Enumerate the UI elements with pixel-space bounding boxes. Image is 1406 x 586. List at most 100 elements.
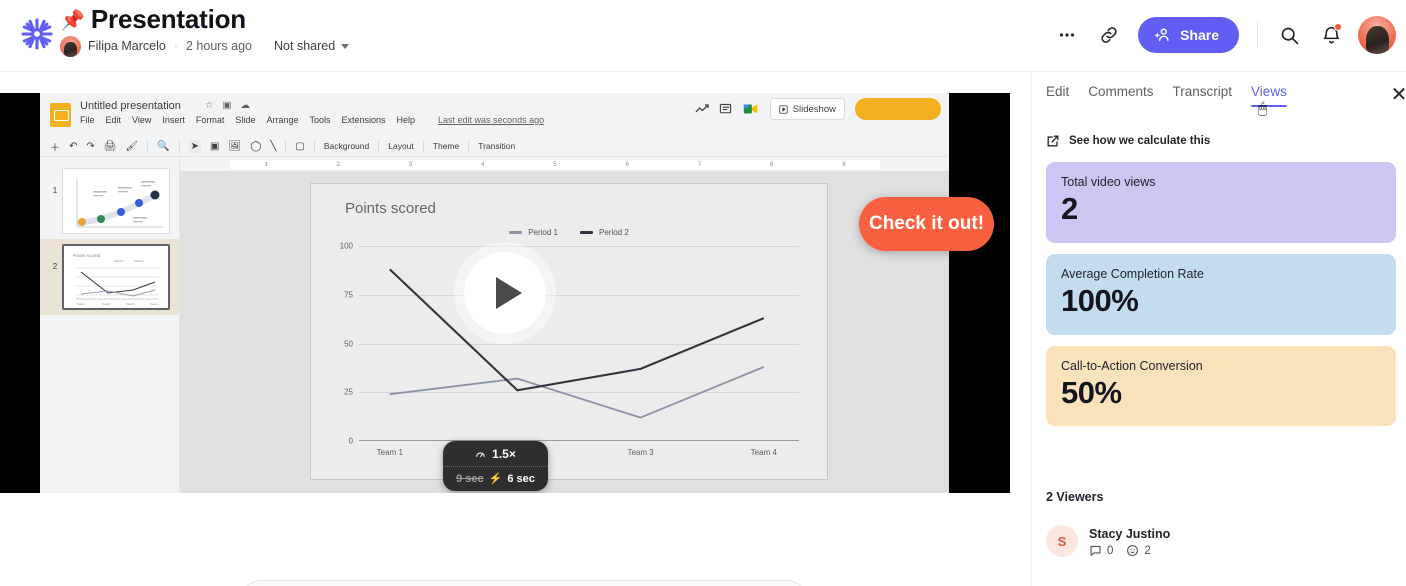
ruler-mark: 3 bbox=[408, 161, 413, 168]
toolbar-divider bbox=[178, 139, 180, 153]
share-state-dropdown[interactable]: Not shared bbox=[274, 39, 350, 53]
metric-label: Call-to-Action Conversion bbox=[1061, 358, 1203, 373]
theme-button: Theme bbox=[432, 141, 460, 151]
loom-video-page: 📌 Presentation Filipa Marcelo · 2 hours … bbox=[0, 0, 1406, 586]
transition-button: Transition bbox=[478, 141, 516, 151]
video-pane: Untitled presentation ☆ ▣ ☁ File Edit Vi… bbox=[0, 72, 1031, 586]
reaction-count: 2 bbox=[1144, 544, 1151, 557]
slides-menu-insert: Insert bbox=[162, 115, 185, 125]
mouse-cursor: 🖱 bbox=[1258, 100, 1268, 117]
star-icon: ☆ bbox=[205, 100, 214, 111]
slideshow-label: Slideshow bbox=[792, 103, 836, 115]
print-icon: 🖨 bbox=[103, 140, 117, 152]
viewer-stats: 0 2 bbox=[1089, 544, 1170, 557]
select-tool-icon: ➤ bbox=[188, 139, 202, 153]
chart-title: Points scored bbox=[345, 200, 436, 217]
svg-text:Team1: Team1 bbox=[77, 302, 85, 306]
chart-lines bbox=[389, 268, 765, 419]
metric-label: Total video views bbox=[1061, 175, 1156, 189]
toolbar-divider bbox=[378, 139, 380, 153]
user-avatar[interactable] bbox=[1358, 16, 1396, 54]
bolt-icon: ⚡ bbox=[488, 473, 503, 485]
video-frame[interactable]: Untitled presentation ☆ ▣ ☁ File Edit Vi… bbox=[0, 93, 1010, 493]
svg-text:Period 1: Period 1 bbox=[114, 259, 124, 263]
tab-comments[interactable]: Comments bbox=[1088, 84, 1153, 107]
move-folder-icon: ▣ bbox=[222, 100, 232, 111]
page-title[interactable]: Presentation bbox=[91, 4, 246, 35]
layout-button: Layout bbox=[388, 141, 414, 151]
image-icon: 🖼 bbox=[228, 140, 242, 152]
legend-item-period-2: Period 2 bbox=[580, 228, 629, 237]
legend-swatch bbox=[509, 231, 523, 234]
toolbar-divider bbox=[468, 139, 470, 153]
viewer-reaction-count: 2 bbox=[1126, 544, 1151, 557]
slides-topbar: Untitled presentation ☆ ▣ ☁ File Edit Vi… bbox=[40, 93, 949, 136]
views-sidebar: Edit Comments Transcript Views ✕ See how… bbox=[1031, 72, 1406, 586]
svg-text:Points scored: Points scored bbox=[73, 253, 101, 258]
slide-number: 1 bbox=[52, 186, 58, 195]
more-options-button[interactable] bbox=[1048, 16, 1086, 54]
calculation-info-link[interactable]: See how we calculate this bbox=[1046, 134, 1210, 148]
slides-title-icons: ☆ ▣ ☁ bbox=[205, 100, 250, 111]
call-to-action-button[interactable]: Check it out! bbox=[859, 197, 994, 251]
toolbar-divider bbox=[422, 139, 424, 153]
svg-text:Team3: Team3 bbox=[126, 302, 134, 306]
slides-thumbnail-panel: 1 2 Points scored Team1 Team2 Team3 Team… bbox=[40, 157, 180, 493]
speedometer-icon bbox=[476, 451, 486, 457]
slide-preview bbox=[62, 168, 170, 234]
comment-icon: ▢ bbox=[295, 140, 305, 152]
close-icon[interactable]: ✕ bbox=[1387, 82, 1406, 107]
tab-views[interactable]: Views bbox=[1251, 84, 1287, 107]
slides-menu-file: File bbox=[80, 115, 95, 125]
slides-logo-icon bbox=[50, 103, 71, 127]
meta-row: Filipa Marcelo · 2 hours ago Not shared bbox=[60, 34, 350, 58]
textbox-icon: ▣ bbox=[210, 140, 220, 152]
playback-speed-indicator: 1.5× 9 sec ⚡ 6 sec bbox=[443, 441, 548, 491]
slides-menubar: File Edit View Insert Format Slide Arran… bbox=[80, 115, 544, 125]
notifications-button[interactable] bbox=[1312, 16, 1350, 54]
viewer-comment-count: 0 bbox=[1089, 544, 1113, 557]
ruler-mark: 7 bbox=[697, 161, 702, 168]
slides-toolbar: ＋ ↶ ↷ 🖨 🖌 🔍 ➤ ▣ 🖼 ◯ ╲ ▢ Background Layou… bbox=[40, 136, 949, 157]
viewer-list-item[interactable]: S Stacy Justino 0 2 bbox=[1046, 525, 1170, 558]
add-person-icon bbox=[1155, 28, 1169, 41]
y-tick-label: 75 bbox=[344, 290, 353, 300]
share-button[interactable]: Share bbox=[1138, 17, 1239, 53]
new-duration: 6 sec bbox=[507, 472, 535, 485]
original-duration: 9 sec bbox=[456, 472, 484, 485]
svg-text:Team4: Team4 bbox=[150, 302, 158, 306]
tab-edit[interactable]: Edit bbox=[1046, 84, 1069, 107]
background-button: Background bbox=[323, 141, 370, 151]
ruler-mark: 1 bbox=[264, 161, 268, 168]
viewer-avatar: S bbox=[1046, 525, 1078, 558]
speaker-notes-icon bbox=[719, 103, 732, 116]
play-button[interactable] bbox=[464, 252, 546, 334]
slides-ruler: 1 2 3 4 5 6 7 8 9 bbox=[180, 157, 949, 171]
viewer-info: Stacy Justino 0 2 bbox=[1089, 525, 1170, 557]
undo-icon: ↶ bbox=[69, 140, 78, 152]
ruler-mark: 8 bbox=[769, 161, 774, 168]
slides-menu-tools: Tools bbox=[309, 115, 331, 125]
metric-value: 50% bbox=[1061, 374, 1122, 410]
slides-menu-view: View bbox=[132, 115, 152, 125]
meta-separator: · bbox=[173, 39, 178, 53]
loom-logo-icon[interactable] bbox=[8, 5, 66, 63]
slide-thumbnail-2: 2 Points scored Team1 Team2 Team3 Team4 Per… bbox=[40, 239, 179, 315]
trend-icon bbox=[695, 103, 709, 115]
ruler-mark: 5 bbox=[553, 161, 557, 168]
tab-transcript[interactable]: Transcript bbox=[1173, 84, 1233, 107]
ruler-mark: 9 bbox=[842, 161, 846, 168]
slide-preview-selected: Points scored Team1 Team2 Team3 Team4 Perio… bbox=[62, 244, 170, 310]
legend-label: Period 1 bbox=[528, 228, 558, 237]
slides-menu-extensions: Extensions bbox=[341, 115, 386, 125]
app-header: 📌 Presentation Filipa Marcelo · 2 hours … bbox=[0, 0, 1406, 72]
redo-icon: ↷ bbox=[86, 140, 95, 152]
chevron-down-icon bbox=[341, 43, 350, 49]
slides-last-edit: Last edit was seconds ago bbox=[438, 115, 545, 125]
external-link-icon bbox=[1047, 135, 1059, 147]
slides-menu-arrange: Arrange bbox=[266, 115, 299, 125]
comment-bubble-icon bbox=[1090, 546, 1101, 557]
search-icon[interactable] bbox=[1270, 16, 1308, 54]
copy-link-button[interactable] bbox=[1090, 16, 1128, 54]
y-tick-label: 25 bbox=[344, 387, 353, 397]
